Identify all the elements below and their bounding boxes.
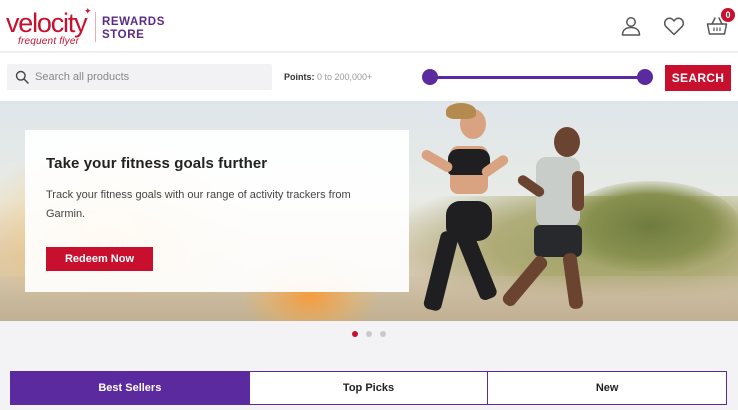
slider-track[interactable] [430,76,644,79]
points-label-text: Points: [284,72,315,82]
heart-icon [663,17,685,36]
search-bar: Points: 0 to 200,000+ SEARCH [0,53,738,101]
logo-subtitle: frequent flyer [18,36,80,47]
account-button[interactable] [619,14,643,38]
slider-thumb-max[interactable] [637,69,653,85]
wishlist-button[interactable] [662,14,686,38]
redeem-now-button[interactable]: Redeem Now [46,247,153,271]
hero-promo-card: Take your fitness goals further Track yo… [25,130,409,292]
points-range-slider[interactable] [422,69,653,85]
site-header: velocity ✦ frequent flyer REWARDS STORE [0,0,738,52]
page: velocity ✦ frequent flyer REWARDS STORE [0,0,738,410]
search-icon [15,70,29,84]
cart-count-badge: 0 [721,8,735,22]
search-input[interactable] [35,67,265,87]
search-box[interactable] [7,64,272,90]
slider-thumb-min[interactable] [422,69,438,85]
tab-best-sellers[interactable]: Best Sellers [10,371,250,405]
hero-description: Track your fitness goals with our range … [46,189,351,220]
product-tabs: Best Sellers Top Picks New [10,371,728,405]
carousel-dot-1[interactable] [352,331,358,337]
logo-store: STORE [102,29,145,41]
logo-rewards: REWARDS [102,16,165,28]
hero-banner: Take your fitness goals further Track yo… [0,101,738,321]
tab-top-picks[interactable]: Top Picks [248,371,489,405]
carousel-dot-2[interactable] [366,331,372,337]
tab-new[interactable]: New [487,371,728,405]
hero-title: Take your fitness goals further [46,155,268,172]
velocity-logo[interactable]: velocity ✦ frequent flyer REWARDS STORE [6,6,166,48]
logo-star-icon: ✦ [84,6,92,16]
points-range-text: 0 to 200,000+ [317,72,373,82]
carousel-dots [348,331,392,339]
search-button[interactable]: SEARCH [665,65,731,91]
logo-word: velocity [6,8,88,38]
cart-button[interactable]: 0 [705,8,735,38]
points-filter-label: Points: 0 to 200,000+ [284,72,372,82]
hero-trees [560,181,738,271]
user-icon [621,17,641,36]
logo-divider [95,12,96,42]
carousel-dot-3[interactable] [380,331,386,337]
